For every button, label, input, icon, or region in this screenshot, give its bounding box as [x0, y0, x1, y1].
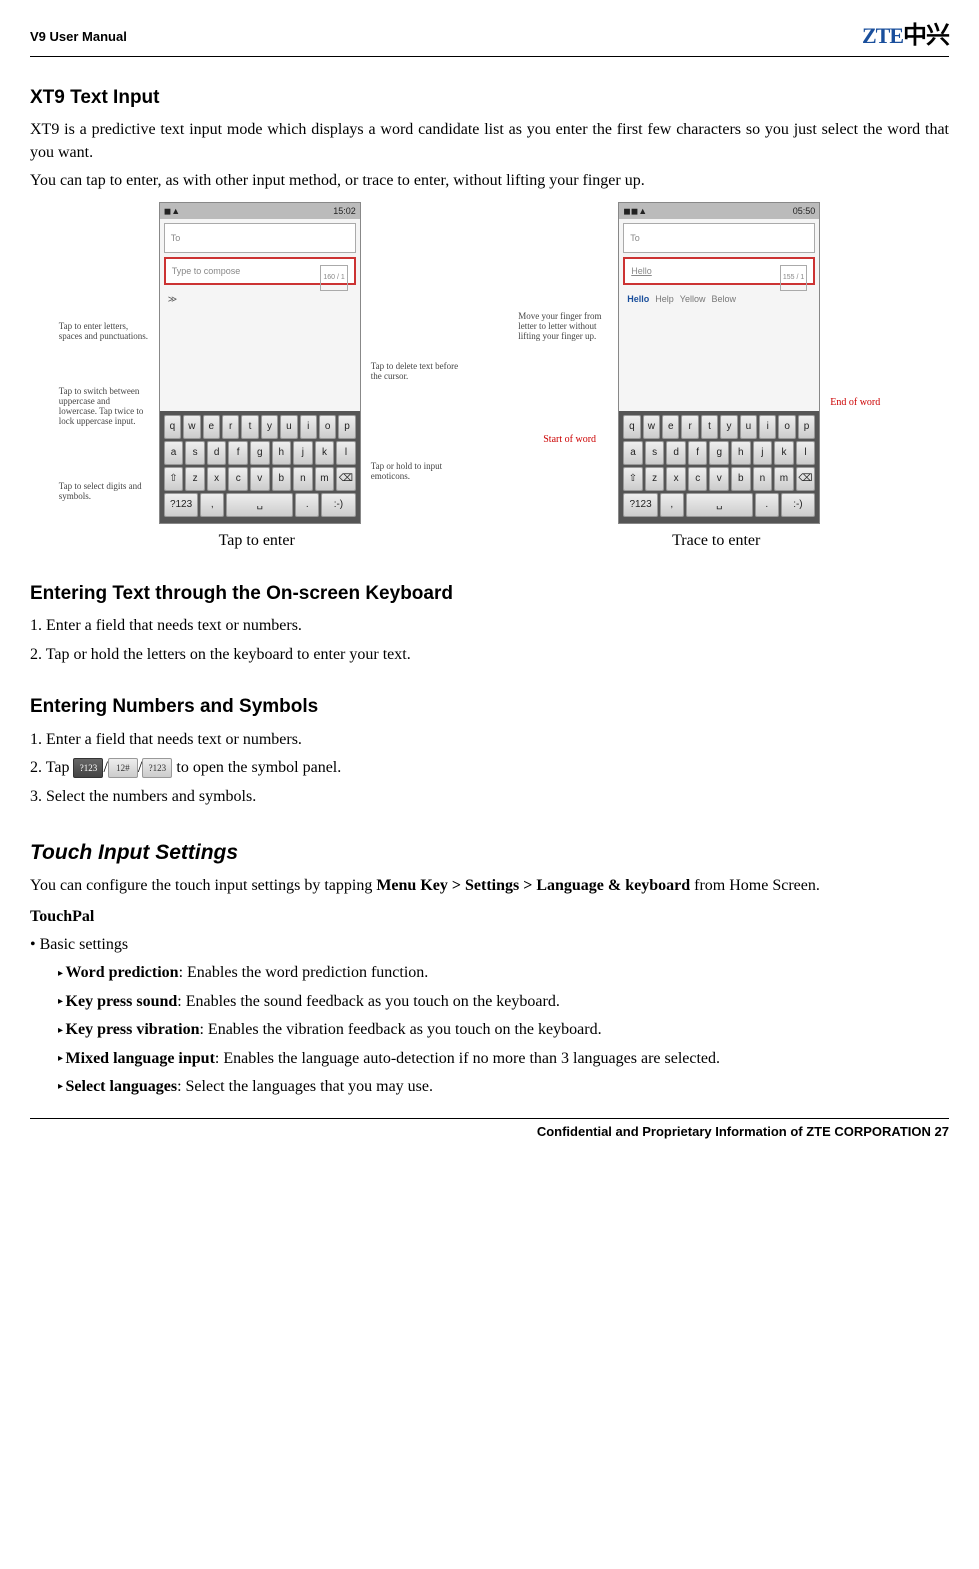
s4-p1b: Menu Key > Settings > Language & keyboar…: [376, 877, 690, 894]
label-tap-emoticons: Tap or hold to input emoticons.: [371, 462, 461, 482]
item-word-prediction-d: : Enables the word prediction function.: [179, 964, 429, 981]
s3-p2: 2. Tap ?123/12#/?123 to open the symbol …: [30, 757, 949, 779]
label-trace-move: Move your finger from letter to letter w…: [518, 312, 608, 342]
caption-trace: Trace to enter: [672, 530, 760, 552]
to-field-1: To: [164, 223, 356, 253]
page-footer: Confidential and Proprietary Information…: [30, 1118, 949, 1141]
s3-p3: 3. Select the numbers and symbols.: [30, 786, 949, 808]
cand-help: Help: [655, 293, 674, 306]
compose-text-1: Type to compose: [172, 266, 241, 276]
figures-row: Tap to enter letters, spaces and punctua…: [30, 202, 949, 524]
item-mixed-language-d: : Enables the language auto-detection if…: [215, 1050, 720, 1067]
symbol-key-icon-3: ?123: [142, 758, 172, 778]
label-end-word: End of word: [830, 397, 920, 408]
phone-mock-1: ◼▲15:02 To Type to compose 160 / 1 ≫ qwe…: [159, 202, 361, 524]
item-select-languages-t: Select languages: [66, 1078, 178, 1095]
item-key-press-sound-d: : Enables the sound feedback as you touc…: [177, 993, 560, 1010]
s4-p1c: from Home Screen.: [690, 877, 820, 894]
logo: ZTE中兴: [862, 20, 949, 54]
keyboard-1: qwertyuiop asdfghjkl ⇧zxcvbnm⌫ ?123,␣.:-…: [160, 411, 360, 523]
item-word-prediction-t: Word prediction: [66, 964, 179, 981]
figure-tap-to-enter: Tap to enter letters, spaces and punctua…: [64, 202, 456, 524]
logo-cn: 中兴: [903, 23, 949, 49]
label-tap-letters: Tap to enter letters, spaces and punctua…: [59, 322, 149, 342]
to-field-2: To: [623, 223, 815, 253]
cand-hello: Hello: [627, 293, 649, 306]
section-xt9-title: XT9 Text Input: [30, 85, 949, 112]
item-mixed-language: Mixed language input: Enables the langua…: [58, 1048, 949, 1070]
item-key-press-vibration-d: : Enables the vibration feedback as you …: [199, 1021, 601, 1038]
time-2: 05:50: [793, 205, 816, 218]
item-mixed-language-t: Mixed language input: [66, 1050, 215, 1067]
section-xt9-p1: XT9 is a predictive text input mode whic…: [30, 119, 949, 164]
header-title: V9 User Manual: [30, 28, 127, 46]
compose-text-2: Hello: [631, 266, 652, 276]
label-tap-digits: Tap to select digits and symbols.: [59, 482, 149, 502]
item-select-languages-d: : Select the languages that you may use.: [177, 1078, 433, 1095]
counter-2: 155 / 1: [780, 265, 807, 291]
section-touch-input-title: Touch Input Settings: [30, 838, 949, 867]
section-xt9-p2: You can tap to enter, as with other inpu…: [30, 170, 949, 192]
symbol-key-icon-2: 12#: [108, 758, 138, 778]
counter-1: 160 / 1: [320, 265, 347, 291]
cand-below: Below: [711, 293, 736, 306]
cand-yellow: Yellow: [680, 293, 706, 306]
section-entering-text-title: Entering Text through the On-screen Keyb…: [30, 581, 949, 608]
s3-p2a: 2. Tap: [30, 759, 73, 776]
basic-settings-bullet: • Basic settings: [30, 934, 949, 956]
item-select-languages: Select languages: Select the languages t…: [58, 1076, 949, 1098]
caption-row: Tap to enter Trace to enter: [30, 530, 949, 552]
caption-tap: Tap to enter: [219, 530, 295, 552]
s3-p1: 1. Enter a field that needs text or numb…: [30, 729, 949, 751]
s2-p2: 2. Tap or hold the letters on the keyboa…: [30, 644, 949, 666]
phone-mock-2: ◼◼▲05:50 To Hello 155 / 1 Hello Help Yel…: [618, 202, 820, 524]
s3-p2b: to open the symbol panel.: [176, 759, 341, 776]
statusbar-1: ◼▲15:02: [160, 203, 360, 219]
symbol-key-icon-1: ?123: [73, 758, 103, 778]
compose-field-2: Hello 155 / 1: [623, 257, 815, 285]
logo-en: ZTE: [862, 23, 903, 48]
figure-trace-to-enter: Move your finger from letter to letter w…: [523, 202, 915, 524]
section-numbers-symbols-title: Entering Numbers and Symbols: [30, 694, 949, 721]
page-header: V9 User Manual ZTE中兴: [30, 20, 949, 57]
item-word-prediction: Word prediction: Enables the word predic…: [58, 962, 949, 984]
label-tap-case: Tap to switch between uppercase and lowe…: [59, 387, 149, 427]
compose-field-1: Type to compose 160 / 1: [164, 257, 356, 285]
s2-p1: 1. Enter a field that needs text or numb…: [30, 615, 949, 637]
time-1: 15:02: [333, 205, 356, 218]
cand-row-2: Hello Help Yellow Below: [623, 289, 780, 309]
touchpal-heading: TouchPal: [30, 906, 949, 928]
s4-p1: You can configure the touch input settin…: [30, 875, 949, 897]
cand-row-1: ≫: [164, 289, 321, 309]
s4-p1a: You can configure the touch input settin…: [30, 877, 376, 894]
item-key-press-vibration-t: Key press vibration: [66, 1021, 200, 1038]
statusbar-2: ◼◼▲05:50: [619, 203, 819, 219]
keyboard-2: qwertyuiop asdfghjkl ⇧zxcvbnm⌫ ?123,␣.:-…: [619, 411, 819, 523]
label-tap-delete: Tap to delete text before the cursor.: [371, 362, 461, 382]
item-key-press-vibration: Key press vibration: Enables the vibrati…: [58, 1019, 949, 1041]
item-key-press-sound-t: Key press sound: [66, 993, 178, 1010]
item-key-press-sound: Key press sound: Enables the sound feedb…: [58, 991, 949, 1013]
